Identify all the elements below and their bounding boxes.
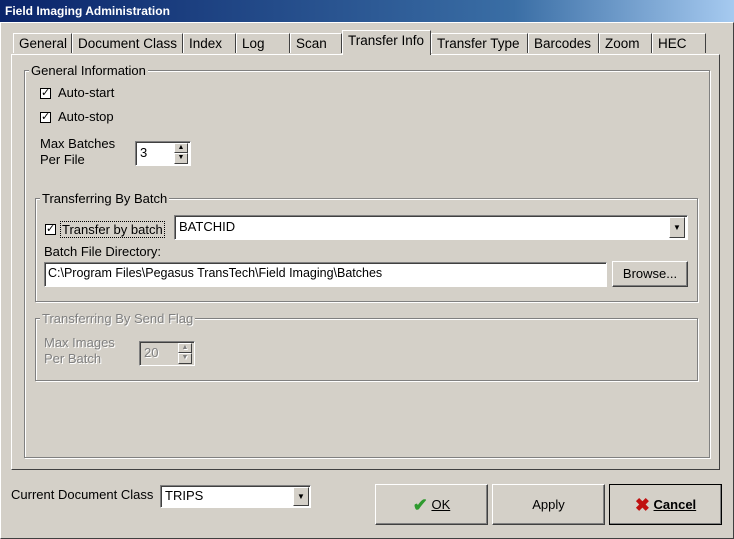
tab-transfer-info[interactable]: Transfer Info (342, 30, 431, 55)
cancel-button-label: Cancel (653, 497, 697, 512)
batch-file-directory-value: C:\Program Files\Pegasus TransTech\Field… (48, 266, 383, 280)
tab-label: General (19, 36, 68, 51)
ok-button[interactable]: ✔ OK (375, 484, 488, 525)
document-class-dropdown[interactable]: TRIPS (160, 485, 311, 508)
tab-label: HEC (658, 36, 687, 51)
batch-field-dropdown[interactable]: BATCHID (174, 215, 688, 240)
tab-label: Zoom (605, 36, 640, 51)
cancel-button[interactable]: ✖ Cancel (609, 484, 722, 525)
transfer-by-send-flag-group (35, 318, 698, 381)
document-class-value: TRIPS (165, 488, 204, 503)
transfer-by-send-flag-legend: Transferring By Send Flag (40, 311, 196, 326)
max-images-value: 20 (144, 345, 159, 360)
max-images-up-button[interactable]: ▲ (178, 343, 192, 353)
transfer-by-batch-label: Transfer by batch (60, 221, 165, 238)
tab-label: Document Class (78, 36, 178, 51)
max-batches-up-button[interactable]: ▲ (174, 143, 188, 153)
tab-label: Transfer Type (437, 36, 520, 51)
close-icon: ✖ (634, 495, 650, 516)
tab-label: Log (242, 36, 265, 51)
document-class-dropdown-button[interactable]: ▼ (293, 487, 309, 506)
tab-scan[interactable]: Scan (290, 33, 342, 53)
chevron-down-icon: ▼ (297, 492, 305, 501)
title-bar: Field Imaging Administration (0, 0, 734, 22)
browse-button[interactable]: Browse... (612, 261, 688, 287)
ok-button-label: OK (431, 497, 451, 512)
max-images-label-line: Per Batch (44, 351, 102, 366)
current-document-class-label: Current Document Class (11, 487, 154, 502)
tab-transfer-type[interactable]: Transfer Type (431, 33, 528, 53)
max-images-down-button[interactable]: ▼ (178, 353, 192, 364)
check-icon: ✔ (412, 495, 428, 516)
window-title: Field Imaging Administration (5, 4, 170, 18)
batch-field-dropdown-button[interactable]: ▼ (669, 217, 685, 238)
batch-field-value: BATCHID (179, 219, 236, 234)
batch-file-directory-label: Batch File Directory: (44, 244, 162, 259)
tab-zoom[interactable]: Zoom (599, 33, 652, 53)
tab-general[interactable]: General (13, 33, 72, 53)
transfer-by-batch-legend: Transferring By Batch (40, 191, 170, 206)
chevron-down-icon: ▼ (673, 223, 681, 232)
auto-start-checkbox[interactable]: ✓ (40, 88, 51, 99)
tab-hec[interactable]: HEC (652, 33, 706, 53)
max-batches-label-line: Per File (40, 152, 85, 167)
max-batches-value: 3 (140, 145, 148, 160)
auto-start-label: Auto-start (58, 85, 115, 100)
batch-file-directory-input[interactable]: C:\Program Files\Pegasus TransTech\Field… (44, 262, 607, 287)
tab-barcodes[interactable]: Barcodes (528, 33, 599, 53)
tab-document-class[interactable]: Document Class (72, 33, 183, 53)
tab-label: Scan (296, 36, 327, 51)
tab-index[interactable]: Index (183, 33, 236, 53)
tab-log[interactable]: Log (236, 33, 290, 53)
tab-label: Transfer Info (348, 33, 425, 48)
apply-button[interactable]: Apply (492, 484, 605, 525)
auto-stop-checkbox[interactable]: ✓ (40, 112, 51, 123)
tab-label: Index (189, 36, 223, 51)
max-batches-label-line: Max Batches (40, 136, 116, 151)
max-batches-label: Max Batches Per File (40, 136, 115, 168)
max-images-label: Max Images Per Batch (44, 335, 115, 367)
transfer-by-batch-checkbox[interactable]: ✓ (45, 224, 56, 235)
apply-button-label: Apply (532, 497, 565, 512)
max-batches-down-button[interactable]: ▼ (174, 153, 188, 164)
browse-button-label: Browse... (622, 266, 678, 281)
max-images-label-line: Max Images (44, 335, 115, 350)
tab-label: Barcodes (534, 36, 592, 51)
auto-stop-label: Auto-stop (58, 109, 114, 124)
general-information-legend: General Information (29, 63, 148, 78)
